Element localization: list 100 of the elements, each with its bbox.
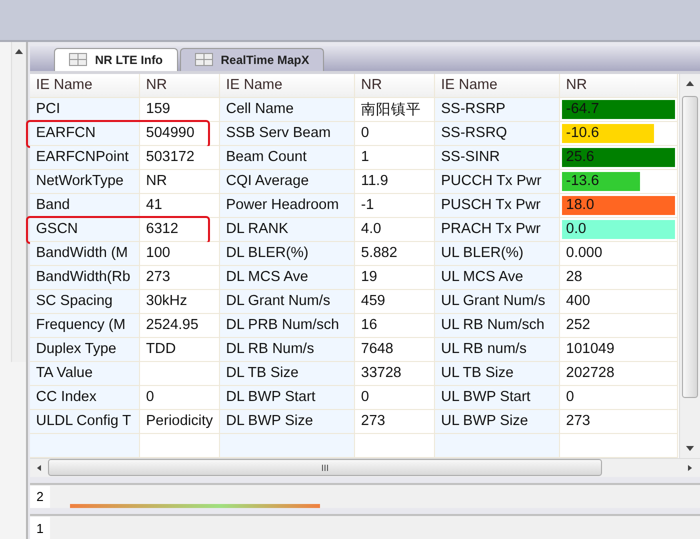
field-name: SS-SINR xyxy=(440,149,500,166)
field-value: 101049 xyxy=(565,341,614,358)
field-name: GSCN xyxy=(35,221,78,238)
field-value: 25.6 xyxy=(565,149,594,166)
column-header[interactable]: NR xyxy=(140,74,220,98)
field-value: 100 xyxy=(145,245,170,262)
field-name: DL Grant Num/s xyxy=(225,293,330,310)
scroll-left-icon[interactable] xyxy=(36,464,44,471)
column-header[interactable]: NR xyxy=(355,74,435,98)
field-name: UL RB num/s xyxy=(440,341,527,358)
field-name: ULDL Config T xyxy=(35,413,132,430)
field-value: 0 xyxy=(565,389,574,406)
field-value: Periodicity xyxy=(145,413,213,430)
scroll-grip: III xyxy=(321,462,329,473)
tab[interactable]: RealTime MapX xyxy=(180,48,324,71)
field-name: TA Value xyxy=(35,365,93,382)
field-name: DL BWP Start xyxy=(225,389,316,406)
field-name: DL MCS Ave xyxy=(225,269,308,286)
field-value: 5.882 xyxy=(360,245,398,262)
field-name: BandWidth (M xyxy=(35,245,128,262)
field-name: PUSCH Tx Pwr xyxy=(440,197,541,214)
field-name: SS-RSRQ xyxy=(440,125,508,142)
table-icon xyxy=(194,53,213,66)
field-name: UL MCS Ave xyxy=(440,269,524,286)
field-value: 1 xyxy=(360,149,370,166)
field-name: EARFCNPoint xyxy=(35,149,129,166)
field-name: DL BLER(%) xyxy=(225,245,308,262)
field-value: 6312 xyxy=(145,221,178,238)
field-name: BandWidth(Rb xyxy=(35,269,130,286)
field-value: 503172 xyxy=(145,149,194,166)
field-name: UL BLER(%) xyxy=(440,245,524,262)
field-value: 159 xyxy=(145,101,170,118)
field-value: 400 xyxy=(565,293,590,310)
field-value: 4.0 xyxy=(360,221,382,238)
horizontal-scrollbar[interactable]: III xyxy=(30,458,700,477)
field-name: SS-RSRP xyxy=(440,101,506,118)
field-value: 0 xyxy=(360,125,370,142)
field-value: 273 xyxy=(145,269,170,286)
field-value: -64.7 xyxy=(565,101,600,118)
field-name: PUCCH Tx Pwr xyxy=(440,173,542,190)
field-value: NR xyxy=(145,173,167,190)
field-value: 504990 xyxy=(145,125,194,142)
field-name: Power Headroom xyxy=(225,197,339,214)
column-header[interactable]: IE Name xyxy=(30,74,140,98)
field-value: 28 xyxy=(565,269,582,286)
field-value: 7648 xyxy=(360,341,394,358)
column-header[interactable]: IE Name xyxy=(435,74,560,98)
field-name: Band xyxy=(35,197,70,214)
field-value: 273 xyxy=(565,413,590,430)
table-icon xyxy=(69,53,87,66)
field-name: CQI Average xyxy=(225,173,309,190)
field-value: 202728 xyxy=(565,365,614,382)
field-value: 30kHz xyxy=(145,293,188,310)
field-value: 459 xyxy=(360,293,386,310)
field-name: UL Grant Num/s xyxy=(440,293,546,310)
scroll-right-icon[interactable] xyxy=(686,464,694,471)
field-value: 18.0 xyxy=(565,197,594,214)
field-value: 11.9 xyxy=(360,173,388,190)
field-value: 41 xyxy=(145,197,162,214)
field-value: 南阳镇平 xyxy=(360,100,421,119)
field-value: -10.6 xyxy=(565,125,600,142)
field-value: 2524.95 xyxy=(145,317,198,334)
field-name: CC Index xyxy=(35,389,96,406)
scroll-up-icon[interactable] xyxy=(15,48,23,54)
field-name: UL TB Size xyxy=(440,365,514,382)
field-value: 0.000 xyxy=(565,245,602,262)
field-name: DL BWP Size xyxy=(225,413,314,430)
field-name: DL TB Size xyxy=(225,365,299,382)
field-name: Cell Name xyxy=(225,101,294,118)
field-name: Beam Count xyxy=(225,149,307,166)
field-value: 16 xyxy=(360,317,378,334)
field-value: 0 xyxy=(145,389,154,406)
field-name: DL PRB Num/sch xyxy=(225,317,340,334)
panel-number: 1 xyxy=(30,517,50,539)
vertical-scrollbar[interactable] xyxy=(679,74,700,458)
field-name: EARFCN xyxy=(35,125,96,142)
column-header[interactable]: IE Name xyxy=(220,74,355,98)
field-value: 273 xyxy=(360,413,386,430)
field-value: 0 xyxy=(360,389,370,406)
field-name: DL RB Num/s xyxy=(225,341,314,358)
field-value: -13.6 xyxy=(565,173,600,190)
tab[interactable]: NR LTE Info xyxy=(54,48,178,71)
field-name: NetWorkType xyxy=(35,173,124,190)
field-value: TDD xyxy=(145,341,176,358)
vertical-scrollbar[interactable] xyxy=(11,42,26,362)
field-name: SSB Serv Beam xyxy=(225,125,331,142)
field-name: UL RB Num/sch xyxy=(440,317,544,334)
field-name: Frequency (M xyxy=(35,317,126,334)
field-value: 19 xyxy=(360,269,378,286)
scroll-down-icon[interactable] xyxy=(686,446,694,452)
field-value: 252 xyxy=(565,317,590,334)
field-value: -1 xyxy=(360,197,374,214)
field-value: 33728 xyxy=(360,365,402,382)
field-name: Duplex Type xyxy=(35,341,116,358)
field-value: 0.0 xyxy=(565,221,586,238)
field-name: UL BWP Start xyxy=(440,389,530,406)
column-header[interactable]: NR xyxy=(560,74,678,98)
field-name: UL BWP Size xyxy=(440,413,528,430)
scroll-up-icon[interactable] xyxy=(686,80,694,86)
field-name: DL RANK xyxy=(225,221,288,238)
